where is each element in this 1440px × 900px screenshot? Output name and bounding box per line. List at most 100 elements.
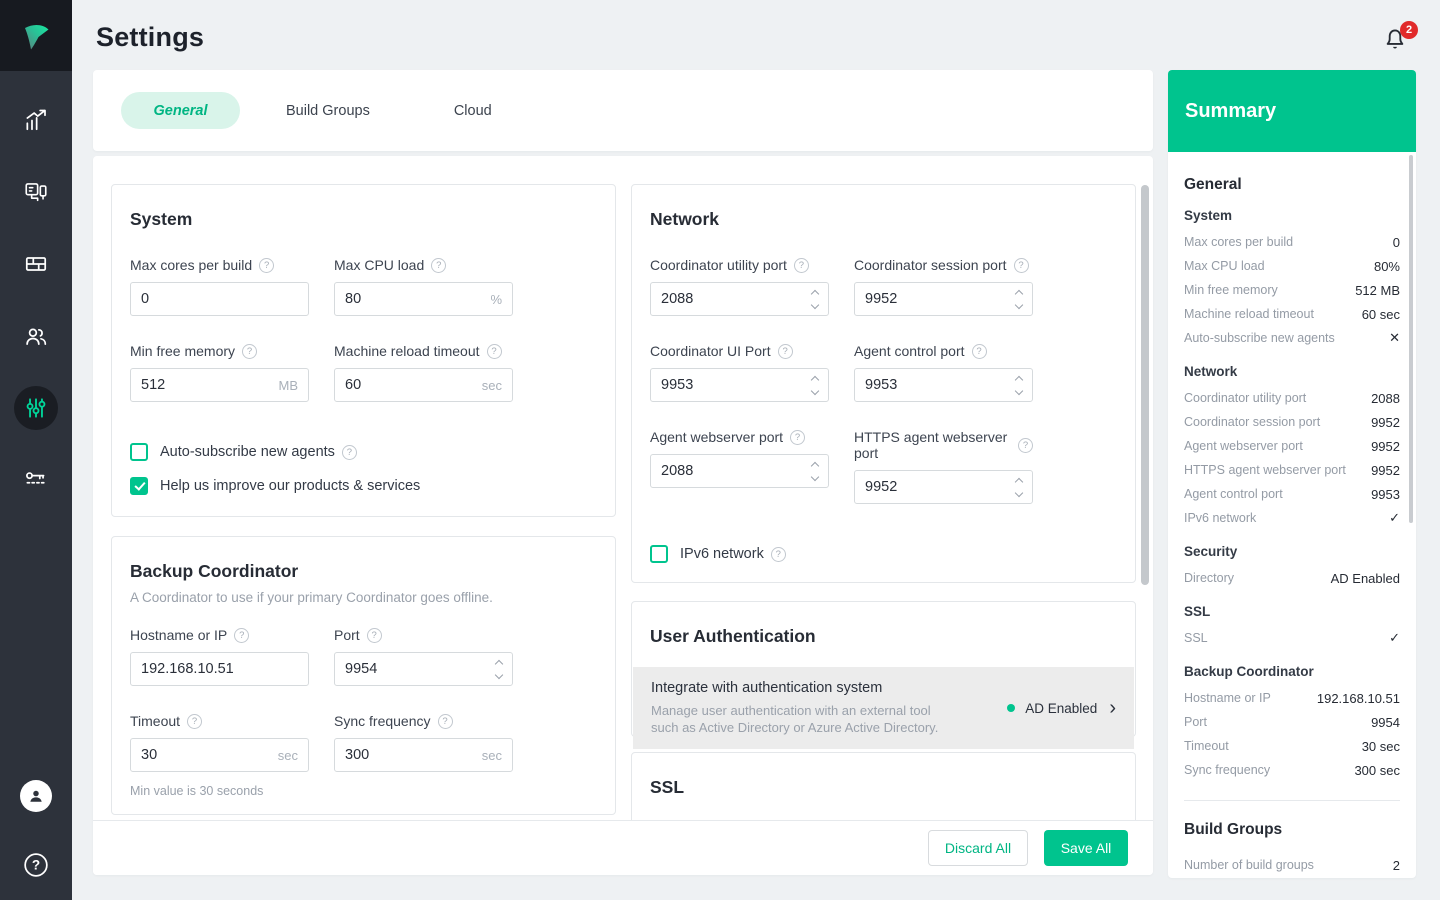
help-icon[interactable]: ?	[777, 343, 793, 359]
summary-general-heading: General	[1184, 176, 1242, 193]
summary-row: Min free memory 512 MB	[1184, 282, 1400, 298]
sidebar-item-users[interactable]	[0, 300, 72, 372]
user-authentication-card: User Authentication Integrate with authe…	[631, 601, 1136, 749]
tab-cloud[interactable]: Cloud	[444, 95, 502, 127]
field-backup-port: Port?	[334, 627, 513, 686]
agent-webserver-port-input[interactable]	[661, 463, 806, 479]
users-icon	[26, 328, 47, 345]
settings-page: ? Settings 2 General Build Groups Cloud …	[0, 0, 1440, 900]
max-cpu-input[interactable]	[345, 291, 485, 307]
max-cores-input[interactable]	[141, 291, 298, 307]
help-icon[interactable]: ?	[770, 546, 786, 562]
help-button[interactable]: ?	[23, 852, 49, 878]
hostname-input[interactable]	[141, 661, 298, 677]
summary-scrollbar[interactable]	[1409, 155, 1413, 523]
unit-label: sec	[481, 747, 502, 763]
field-label: Timeout	[130, 713, 181, 729]
summary-row: Machine reload timeout 60 sec	[1184, 306, 1400, 322]
field-max-cores: Max cores per build?	[130, 257, 309, 316]
help-icon[interactable]: ?	[793, 257, 809, 273]
checkbox-label: Auto-subscribe new agents	[160, 444, 335, 460]
utility-port-input[interactable]	[661, 291, 806, 307]
ui-port-input-box	[650, 368, 829, 402]
reload-timeout-input[interactable]	[345, 377, 476, 393]
help-icon[interactable]: ?	[242, 343, 258, 359]
sync-frequency-input[interactable]	[345, 747, 476, 763]
summary-row: Agent webserver port 9952	[1184, 438, 1400, 454]
field-min-free-memory: Min free memory? MB	[130, 343, 309, 402]
help-icon[interactable]: ?	[366, 627, 382, 643]
ipv6-row: IPv6 network?	[650, 545, 1117, 563]
help-icon[interactable]: ?	[1018, 437, 1033, 453]
number-stepper[interactable]	[1014, 375, 1024, 395]
checkbox-label: IPv6 network	[680, 546, 764, 562]
help-icon[interactable]: ?	[1013, 257, 1029, 273]
help-icon[interactable]: ?	[234, 627, 250, 643]
auth-integration-row[interactable]: Integrate with authentication system Man…	[633, 667, 1134, 749]
field-timeout: Timeout? sec	[130, 713, 309, 772]
save-all-button[interactable]: Save All	[1044, 830, 1128, 866]
license-key-icon	[26, 472, 46, 484]
https-webserver-port-input[interactable]	[865, 479, 1010, 495]
number-stepper[interactable]	[810, 461, 820, 481]
help-icon[interactable]: ?	[486, 343, 502, 359]
discard-all-button[interactable]: Discard All	[928, 830, 1028, 866]
field-label: Max CPU load	[334, 257, 425, 273]
analytics-chart-icon	[26, 109, 46, 131]
summary-security-heading: Security	[1184, 544, 1238, 559]
sync-frequency-input-box: sec	[334, 738, 513, 772]
help-icon[interactable]: ?	[187, 713, 203, 729]
sidebar-item-settings[interactable]	[0, 372, 72, 444]
tab-build-groups[interactable]: Build Groups	[276, 95, 380, 127]
summary-body: General System Max cores per build 0 Max …	[1168, 152, 1416, 877]
backup-port-input-box	[334, 652, 513, 686]
hostname-input-box	[130, 652, 309, 686]
sidebar-item-agents[interactable]	[0, 156, 72, 228]
help-icon[interactable]: ?	[437, 713, 453, 729]
number-stepper[interactable]	[810, 375, 820, 395]
unit-label: %	[490, 291, 502, 307]
min-memory-input-box: MB	[130, 368, 309, 402]
sidebar-item-analytics[interactable]	[0, 84, 72, 156]
help-icon[interactable]: ?	[971, 343, 987, 359]
summary-row: Coordinator session port 9952	[1184, 414, 1400, 430]
sidebar: ?	[0, 0, 72, 900]
agent-control-port-input[interactable]	[865, 377, 1010, 393]
timeout-input[interactable]	[141, 747, 272, 763]
build-groups-grid-icon	[25, 257, 47, 271]
help-icon[interactable]: ?	[790, 429, 806, 445]
session-port-input[interactable]	[865, 291, 1010, 307]
min-memory-input[interactable]	[141, 377, 273, 393]
check-icon: ✓	[1389, 510, 1400, 525]
help-icon[interactable]: ?	[259, 257, 275, 273]
improve-products-checkbox[interactable]	[130, 477, 148, 495]
help-icon[interactable]: ?	[431, 257, 447, 273]
summary-system-heading: System	[1184, 208, 1233, 223]
backup-port-input[interactable]	[345, 661, 490, 677]
number-stepper[interactable]	[494, 659, 504, 679]
sidebar-item-build-groups[interactable]	[0, 228, 72, 300]
ipv6-checkbox[interactable]	[650, 545, 668, 563]
summary-network-heading: Network	[1184, 364, 1238, 379]
chevron-right-icon[interactable]: ›	[1109, 698, 1116, 718]
backup-card-title: Backup Coordinator	[130, 561, 299, 581]
app-logo[interactable]	[0, 0, 72, 71]
content-scrollbar[interactable]	[1141, 185, 1149, 585]
ui-port-input[interactable]	[661, 377, 806, 393]
question-mark-icon: ?	[24, 853, 48, 877]
reload-timeout-input-box: sec	[334, 368, 513, 402]
number-stepper[interactable]	[1014, 477, 1024, 497]
number-stepper[interactable]	[810, 289, 820, 309]
summary-row: Timeout 30 sec	[1184, 738, 1400, 754]
field-machine-reload-timeout: Machine reload timeout? sec	[334, 343, 513, 402]
tab-general[interactable]: General	[121, 92, 240, 129]
sidebar-nav	[0, 71, 72, 516]
cross-icon: ✕	[1389, 330, 1400, 345]
sidebar-item-license[interactable]	[0, 444, 72, 516]
agents-machines-icon	[25, 183, 47, 202]
user-avatar[interactable]	[20, 780, 52, 812]
auto-subscribe-checkbox[interactable]	[130, 443, 148, 461]
number-stepper[interactable]	[1014, 289, 1024, 309]
help-icon[interactable]: ?	[341, 444, 357, 460]
notifications-button[interactable]: 2	[1382, 21, 1418, 57]
